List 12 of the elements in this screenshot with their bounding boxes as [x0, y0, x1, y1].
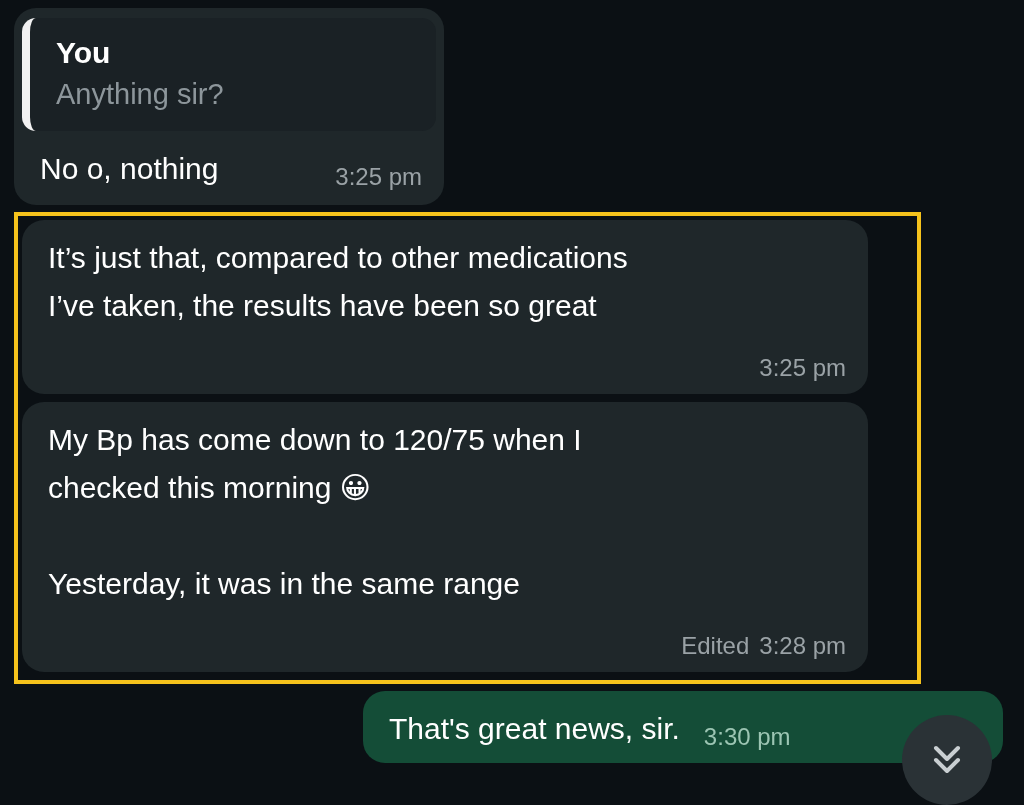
message-time: 3:25 pm — [759, 354, 846, 383]
quote-author: You — [56, 36, 112, 70]
quote-text: Anything sir? — [56, 78, 225, 111]
message-text: No o, nothing — [40, 151, 219, 187]
message-time: 3:25 pm — [335, 163, 422, 192]
edited-label: Edited — [681, 632, 750, 661]
message-text: It’s just that, compared to other medications I’ve taken, the results have been so great — [48, 240, 629, 324]
message-time: 3:30 pm — [703, 723, 791, 752]
message-text: My Bp has come down to 120/75 when I checked this morning 😀 Yesterday, it was in the same range — [48, 422, 583, 602]
message-text: That's great news, sir. — [389, 711, 680, 747]
quoted-message[interactable]: You Anything sir? — [22, 18, 436, 131]
message-time: 3:28 pm — [759, 632, 846, 661]
